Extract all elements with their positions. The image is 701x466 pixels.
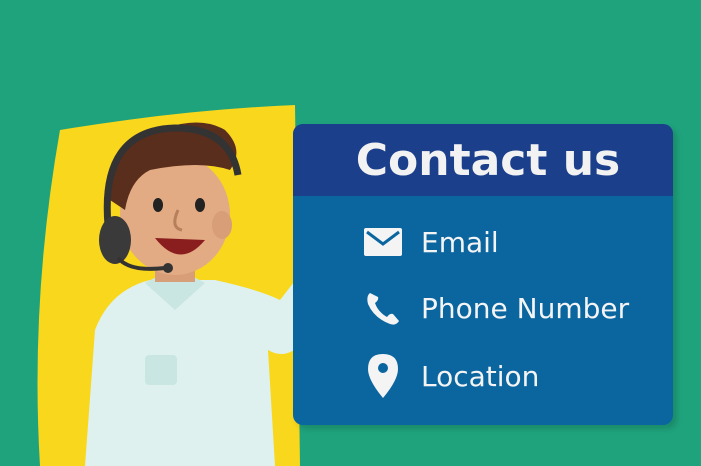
contact-title: Contact us: [355, 134, 621, 186]
right-eye: [195, 198, 205, 212]
headset-earpiece: [99, 216, 131, 264]
contact-header: Contact us: [293, 124, 673, 196]
phone-icon: [363, 288, 403, 328]
phone-label: Phone Number: [421, 291, 630, 325]
location-label: Location: [421, 359, 540, 393]
ear: [212, 211, 232, 239]
location-pin-icon: [363, 354, 403, 398]
contact-item-location[interactable]: Location: [363, 354, 540, 398]
email-label: Email: [421, 225, 499, 259]
contact-item-phone[interactable]: Phone Number: [363, 288, 629, 328]
left-eye: [153, 198, 163, 212]
envelope-icon: [363, 222, 403, 262]
contact-item-email[interactable]: Email: [363, 222, 499, 262]
shirt-pocket: [145, 355, 177, 385]
contact-card: Contact us Email Phone Number Location: [293, 124, 673, 425]
